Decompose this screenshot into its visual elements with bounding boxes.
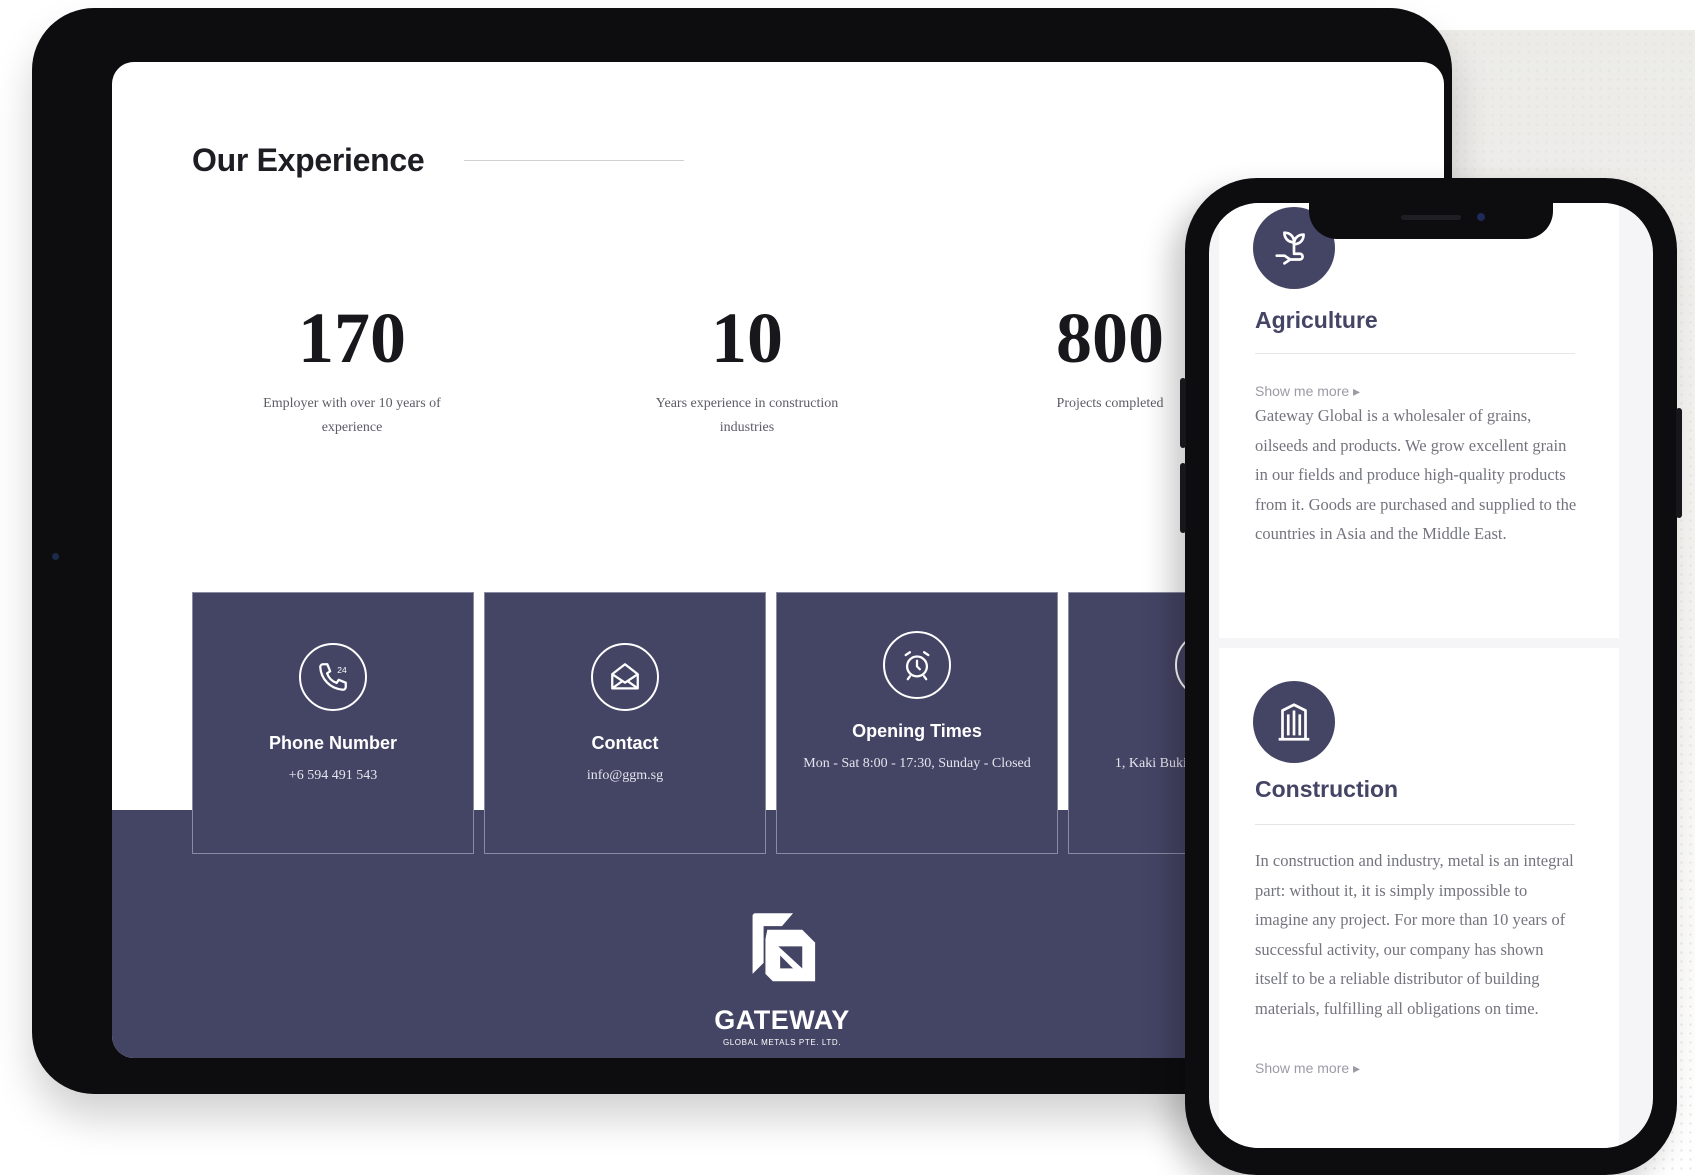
- stat-description: Employer with over 10 years of experienc…: [263, 396, 441, 435]
- service-card-agriculture: Agriculture Show me more ▸ Gateway Globa…: [1219, 203, 1619, 638]
- svg-text:24: 24: [337, 665, 347, 675]
- info-card-opening-times[interactable]: Opening Times Mon - Sat 8:00 - 17:30, Su…: [776, 592, 1058, 854]
- card-description: Gateway Global is a wholesaler of grains…: [1255, 406, 1577, 543]
- card-divider: [1255, 824, 1575, 825]
- building-icon: [1253, 681, 1335, 763]
- phone-volume-button: [1180, 378, 1186, 448]
- logo-name: GATEWAY: [714, 1005, 850, 1035]
- stat-employers: 170 Employer with over 10 years of exper…: [222, 302, 482, 440]
- section-title: Our Experience: [192, 142, 425, 178]
- company-logo[interactable]: GATEWAY GLOBAL METALS PTE. LTD.: [712, 904, 852, 1047]
- card-title: Contact: [591, 733, 659, 753]
- card-description: In construction and industry, metal is a…: [1255, 851, 1574, 1018]
- show-more-link[interactable]: Show me more ▸: [1255, 383, 1360, 400]
- phone-screen: Agriculture Show me more ▸ Gateway Globa…: [1209, 203, 1653, 1148]
- phone-speaker: [1401, 215, 1461, 220]
- stat-value: 10: [711, 298, 783, 378]
- card-text: Mon - Sat 8:00 - 17:30, Sunday - Closed: [803, 756, 1031, 771]
- card-title: Construction: [1255, 776, 1399, 802]
- phone-icon: 24: [299, 643, 367, 711]
- stat-years: 10 Years experience in construction indu…: [617, 302, 877, 440]
- title-divider: [464, 160, 684, 161]
- info-card-phone[interactable]: 24 Phone Number +6 594 491 543: [192, 592, 474, 854]
- phone-volume-button: [1180, 463, 1186, 533]
- show-more-link[interactable]: Show me more ▸: [1255, 1060, 1360, 1077]
- card-text: info@ggm.sg: [586, 768, 664, 783]
- card-text: +6 594 491 543: [288, 768, 378, 783]
- card-title: Opening Times: [852, 721, 982, 741]
- alarm-clock-icon: [883, 631, 951, 699]
- phone-notch: [1309, 203, 1553, 239]
- info-card-contact[interactable]: Contact info@ggm.sg: [484, 592, 766, 854]
- mail-icon: [591, 643, 659, 711]
- tablet-camera: [52, 553, 59, 560]
- service-card-construction: Construction In construction and industr…: [1219, 648, 1619, 1148]
- phone-device: Agriculture Show me more ▸ Gateway Globa…: [1180, 178, 1682, 1175]
- stat-value: 170: [298, 298, 406, 378]
- stat-description: Years experience in construction industr…: [655, 396, 839, 435]
- gateway-logo-mark: [752, 913, 816, 982]
- logo-subtitle: GLOBAL METALS PTE. LTD.: [722, 1038, 842, 1047]
- card-divider: [1255, 353, 1575, 354]
- card-title: Phone Number: [268, 733, 397, 753]
- phone-camera: [1477, 213, 1485, 221]
- card-title: Agriculture: [1255, 307, 1378, 333]
- phone-power-button: [1676, 408, 1682, 518]
